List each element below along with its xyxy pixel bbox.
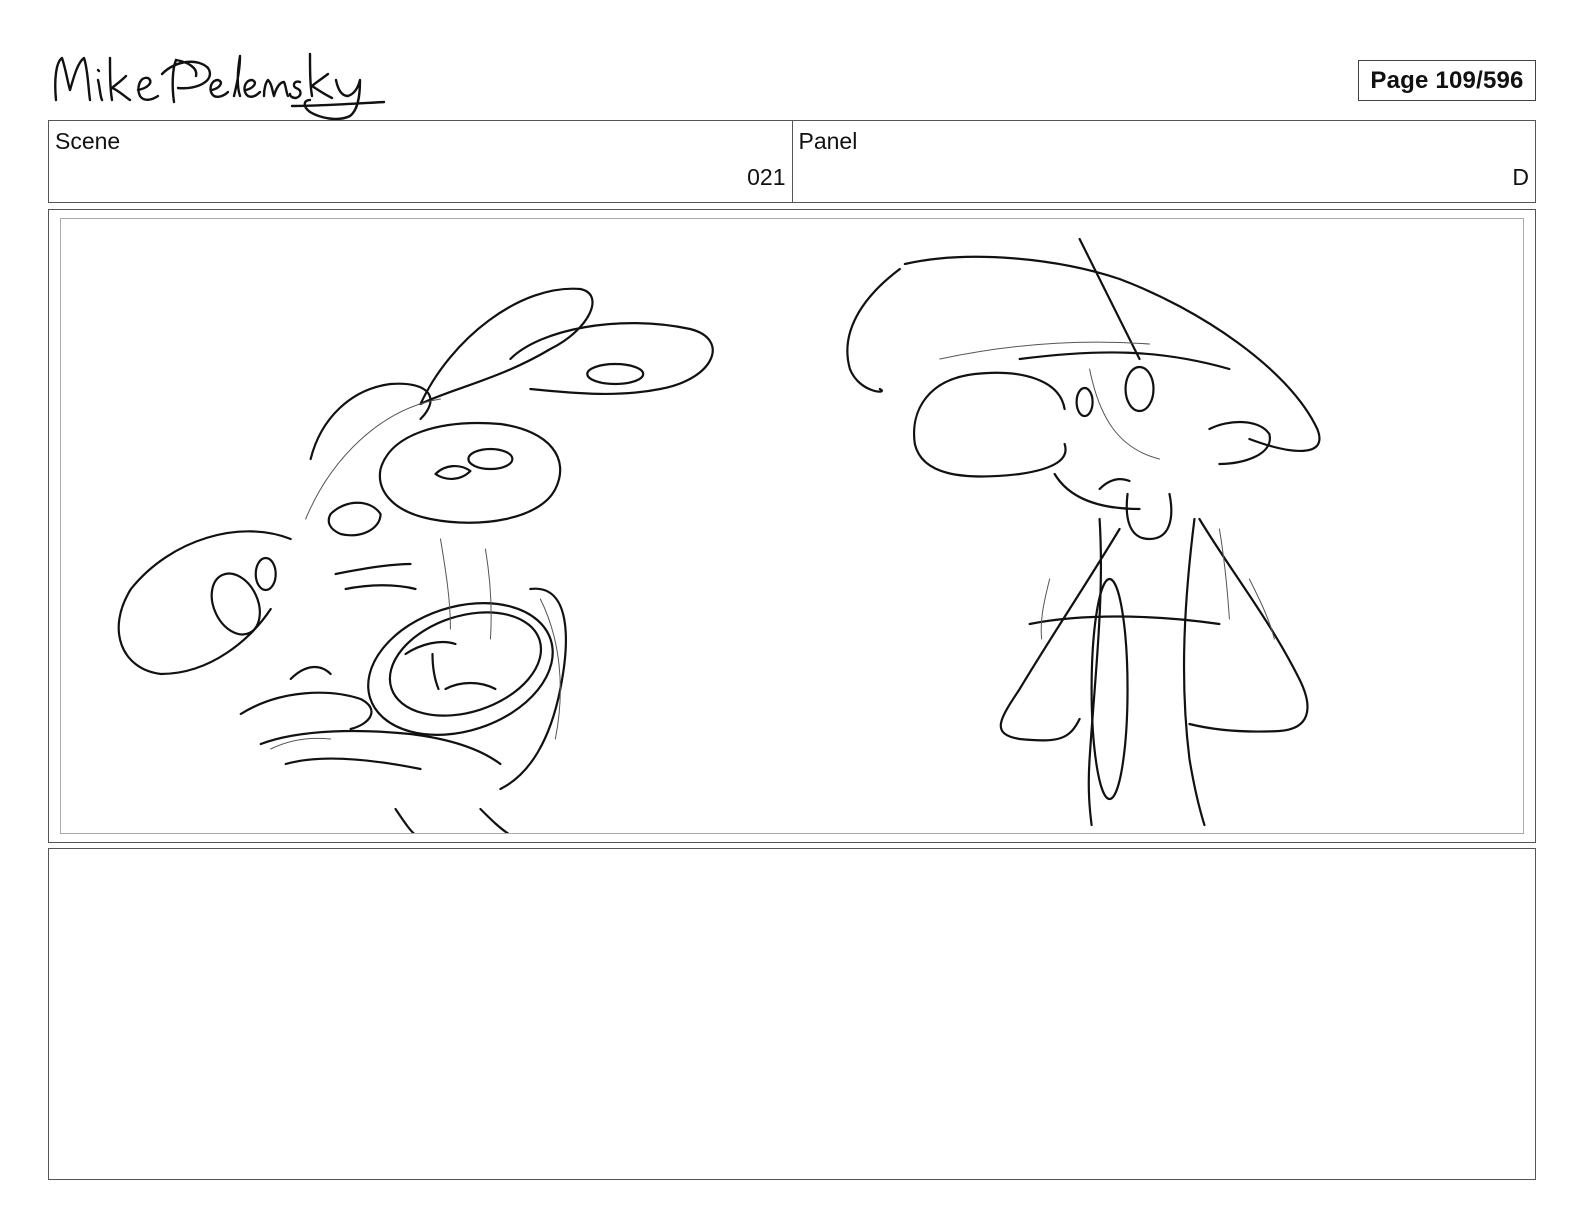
storyboard-panel-frame [48, 209, 1536, 843]
scene-label: Scene [55, 128, 121, 154]
panel-cell: Panel D [791, 121, 1536, 202]
left-character-construction-lines [270, 398, 561, 750]
right-character-construction-lines [939, 341, 1275, 640]
panel-letter: D [1512, 164, 1529, 190]
artist-signature [48, 40, 393, 122]
scene-panel-info-row: Scene 021 Panel D [48, 120, 1536, 203]
panel-label: Panel [798, 128, 858, 154]
page-indicator: Page 109/596 [1358, 60, 1536, 101]
right-character-sketch [846, 237, 1321, 827]
panel-notes-area [48, 848, 1536, 1180]
left-character-sketch [117, 287, 714, 833]
scene-number: 021 [747, 164, 786, 190]
scene-cell: Scene 021 [49, 121, 792, 202]
storyboard-panel-drawing-area [60, 218, 1524, 834]
